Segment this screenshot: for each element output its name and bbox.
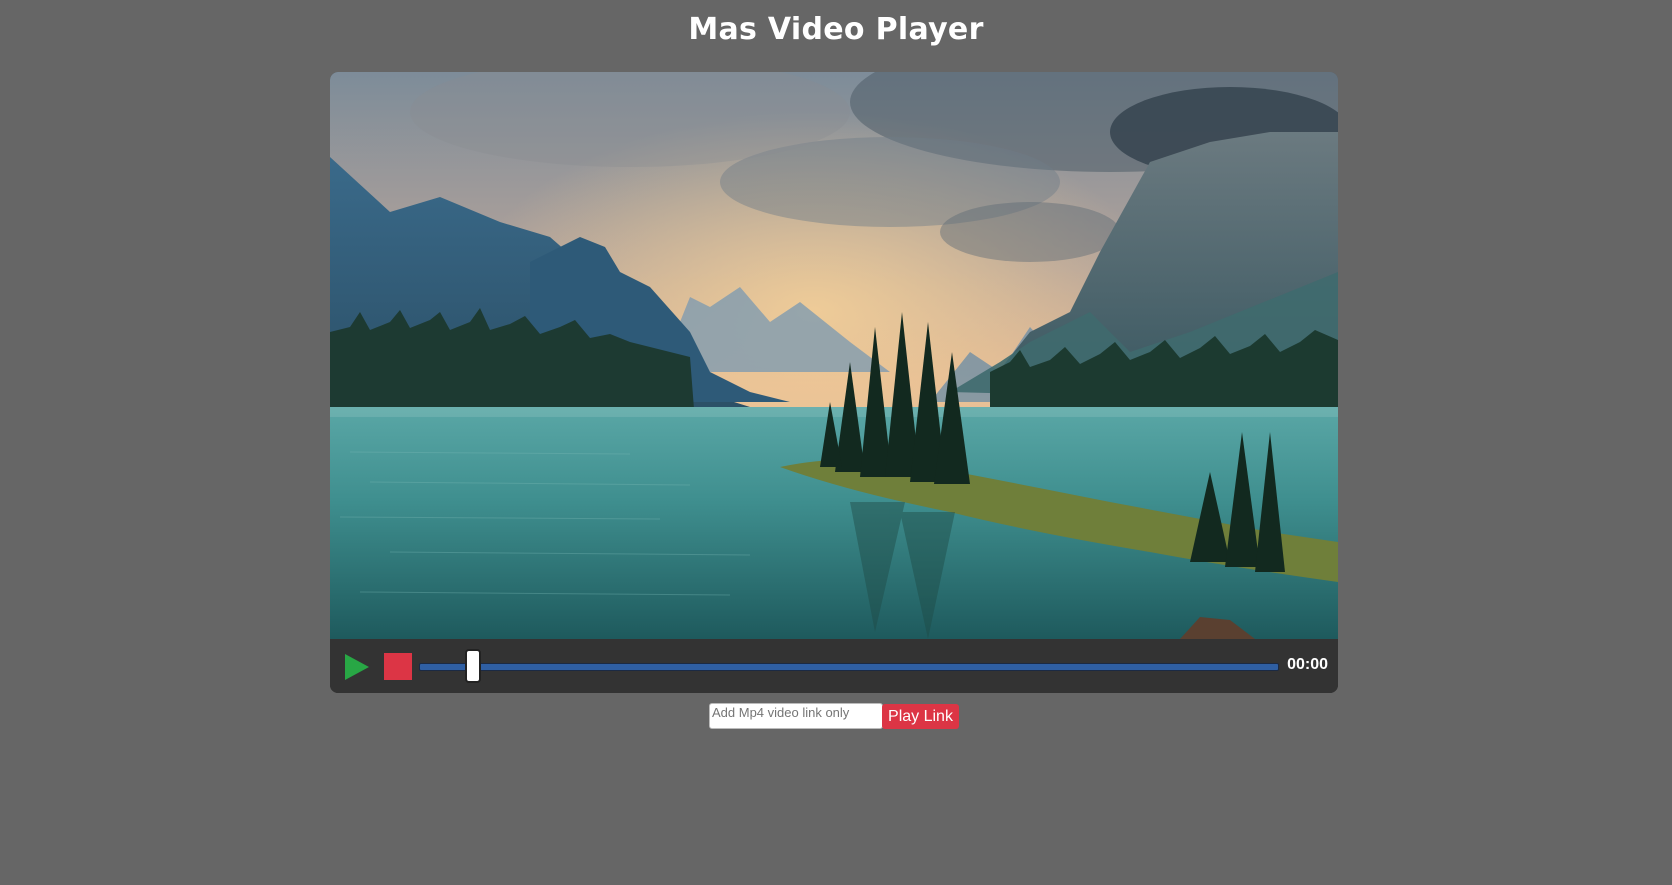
play-icon — [345, 654, 369, 680]
play-link-button[interactable]: Play Link — [882, 704, 959, 729]
player-controls: 00:00 — [330, 639, 1338, 693]
play-button[interactable] — [343, 653, 371, 681]
app-root: Mas Video Player 00:00 Add Mp4 video lin… — [0, 0, 1672, 885]
seek-bar[interactable] — [419, 663, 1279, 671]
video-link-input[interactable] — [709, 703, 883, 729]
stop-button[interactable] — [384, 653, 412, 680]
video-player: 00:00 — [330, 72, 1338, 693]
seek-thumb[interactable] — [465, 649, 481, 683]
video-landscape-image — [330, 72, 1338, 639]
time-display: 00:00 — [1287, 656, 1328, 673]
video-frame[interactable] — [330, 72, 1338, 639]
page-title: Mas Video Player — [688, 12, 984, 47]
